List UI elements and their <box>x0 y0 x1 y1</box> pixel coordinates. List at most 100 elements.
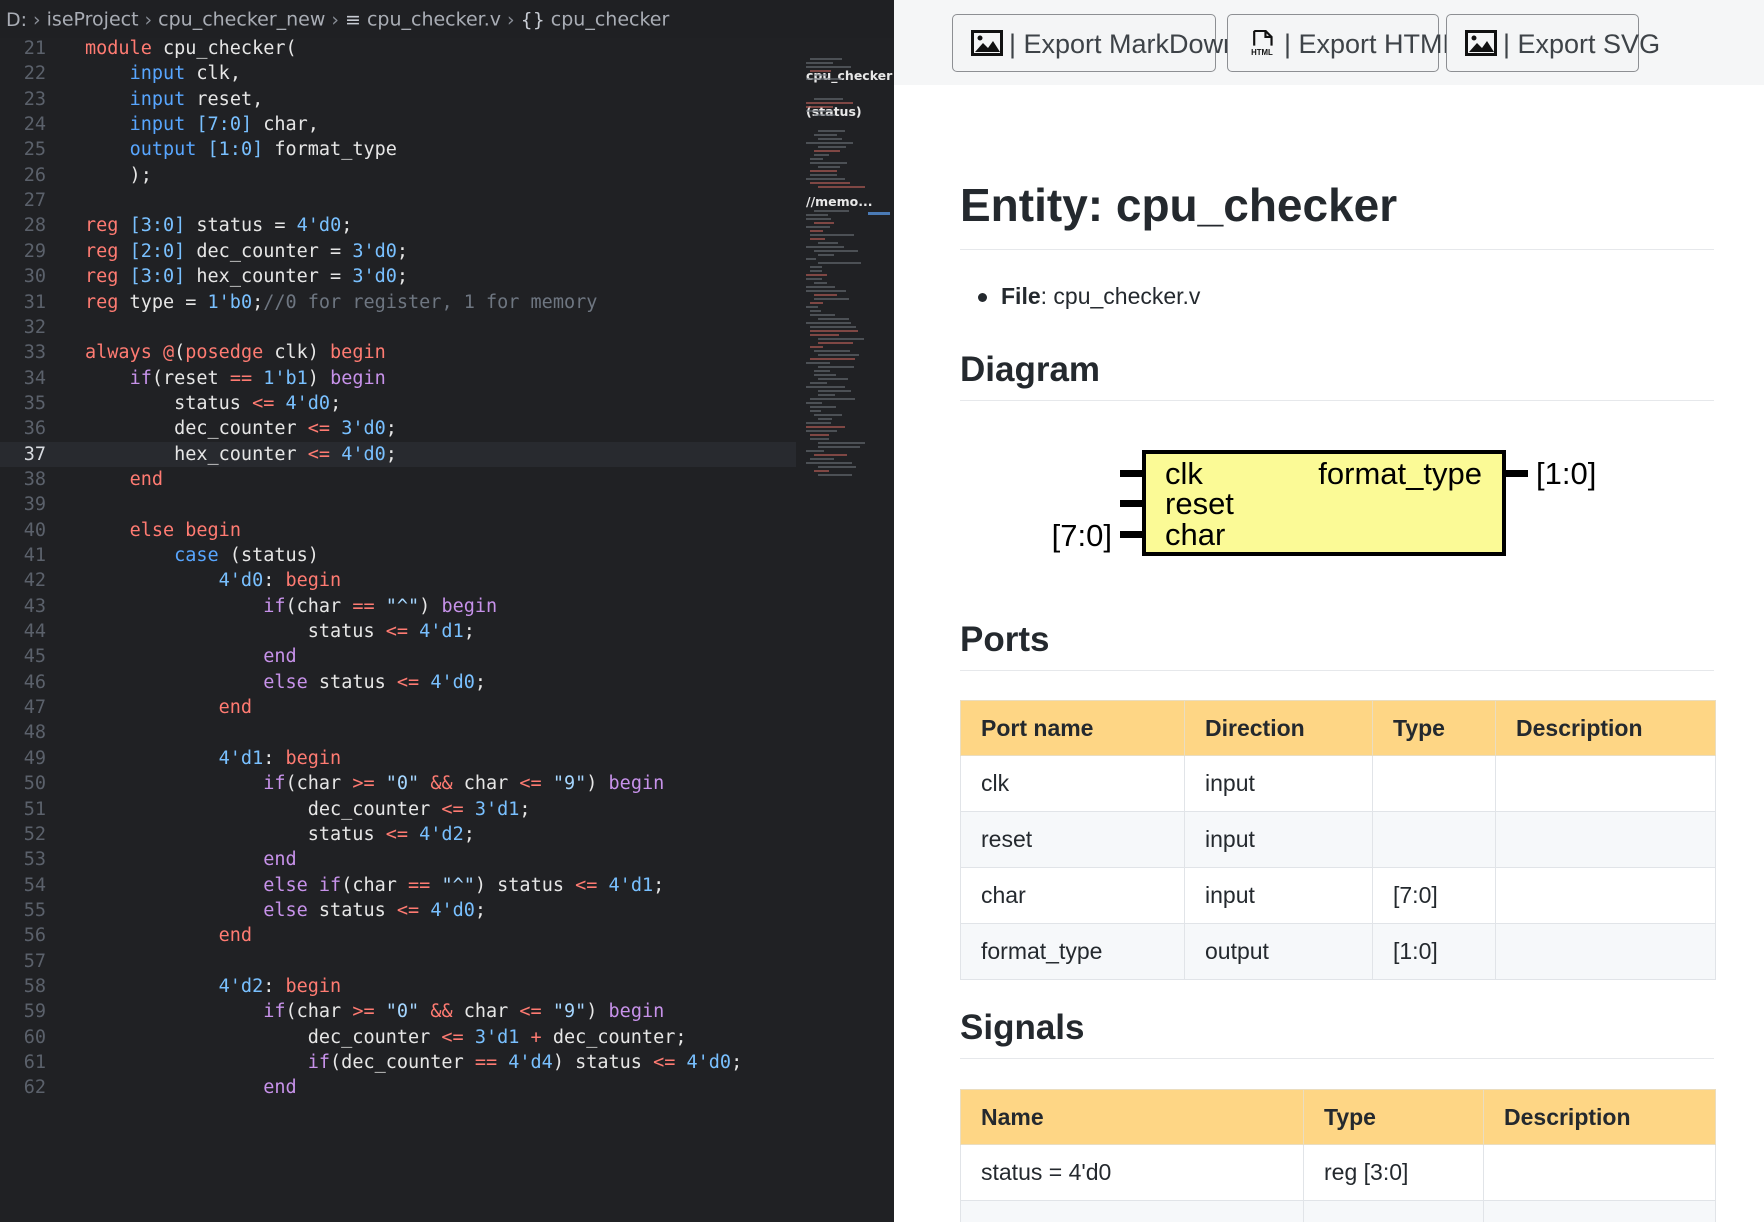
code-line[interactable]: 57 <box>0 949 796 974</box>
code-line[interactable]: 29 reg [2:0] dec_counter = 3'd0; <box>0 239 796 264</box>
diagram-port-format-type-width: [1:0] <box>1536 456 1596 491</box>
minimap-stroke <box>810 310 821 312</box>
code-line[interactable]: 45 end <box>0 644 796 669</box>
code-line[interactable]: 26 ); <box>0 163 796 188</box>
breadcrumb-drive[interactable]: D: <box>6 9 27 31</box>
code-line[interactable]: 21 module cpu_checker( <box>0 36 796 61</box>
export-markdown-label: | Export MarkDown <box>1009 29 1239 59</box>
code-line[interactable]: 43 if(char == "^") begin <box>0 594 796 619</box>
minimap-stroke <box>814 370 830 372</box>
code-line[interactable]: 31 reg type = 1'b0;//0 for register, 1 fo… <box>0 290 796 315</box>
code-line[interactable]: 30 reg [3:0] hex_counter = 3'd0; <box>0 264 796 289</box>
code-line[interactable]: 51 dec_counter <= 3'd1; <box>0 797 796 822</box>
breadcrumb-item-file[interactable]: cpu_checker.v <box>367 9 501 31</box>
table-row: reset input <box>960 811 1716 868</box>
minimap-stroke <box>806 422 831 424</box>
code-line[interactable]: 33 always @(posedge clk) begin <box>0 340 796 365</box>
code-line[interactable]: 47 end <box>0 695 796 720</box>
code-line[interactable]: 24 input [7:0] char, <box>0 112 796 137</box>
minimap-stroke <box>818 146 846 148</box>
code-line[interactable]: 55 else status <= 4'd0; <box>0 898 796 923</box>
code-line[interactable]: 56 end <box>0 923 796 948</box>
code-line[interactable]: 34 if(reset == 1'b1) begin <box>0 366 796 391</box>
code-line[interactable]: 35 status <= 4'd0; <box>0 391 796 416</box>
image-icon <box>971 29 1003 56</box>
code-line[interactable]: 48 <box>0 720 796 745</box>
diagram-port-char-width: [7:0] <box>1052 518 1112 553</box>
code-line[interactable]: 40 else begin <box>0 518 796 543</box>
export-html-button[interactable]: HTML | Export HTML <box>1227 14 1458 72</box>
minimap-stroke <box>810 358 855 360</box>
code-line[interactable]: 32 <box>0 315 796 340</box>
code-line[interactable]: 41 case (status) <box>0 543 796 568</box>
file-label: File <box>1001 283 1041 309</box>
minimap-stroke <box>806 322 851 324</box>
line-number: 26 <box>23 164 46 186</box>
code-line[interactable]: 53 end <box>0 847 796 872</box>
minimap-stroke <box>806 278 822 280</box>
code-line[interactable]: 58 4'd2: begin <box>0 974 796 999</box>
minimap-stroke <box>810 458 834 460</box>
code-line[interactable]: 37 hex_counter <= 4'd0; <box>0 441 796 467</box>
code-text: dec_counter <= 3'd1 + dec_counter; <box>85 1026 687 1048</box>
minimap[interactable]: cpu_checker (status) //memo... <box>796 38 894 1222</box>
table-cell <box>1303 1200 1484 1222</box>
minimap-stroke <box>810 434 829 436</box>
code-text: if(char == "^") begin <box>263 595 498 617</box>
divider <box>960 249 1714 250</box>
code-line[interactable]: 60 dec_counter <= 3'd1 + dec_counter; <box>0 1025 796 1050</box>
minimap-stroke <box>818 254 834 256</box>
minimap-stroke <box>814 250 858 252</box>
column-header: Name <box>960 1089 1304 1145</box>
code-line[interactable]: 46 else status <= 4'd0; <box>0 670 796 695</box>
code-line[interactable]: 59 if(char >= "0" && char <= "9") begin <box>0 999 796 1024</box>
minimap-stroke <box>810 438 829 440</box>
code-line[interactable]: 62 end <box>0 1075 796 1100</box>
code-text: reg [3:0] status = 4'd0; <box>85 215 353 237</box>
minimap-stroke <box>806 286 835 288</box>
breadcrumb-item-symbol[interactable]: cpu_checker <box>551 9 670 31</box>
export-svg-button[interactable]: | Export SVG <box>1446 14 1660 72</box>
table-cell: reset <box>960 811 1185 868</box>
table-cell <box>960 1200 1304 1222</box>
code-area[interactable]: 21 module cpu_checker(22 input clk, 23 inp… <box>0 38 796 1222</box>
code-editor-pane[interactable]: D: › iseProject › cpu_checker_new › ≡ cpu_check… <box>0 0 894 1222</box>
line-number: 34 <box>23 367 46 389</box>
code-line[interactable]: 38 end <box>0 467 796 492</box>
code-line[interactable]: 23 input reset, <box>0 87 796 112</box>
code-line[interactable]: 27 <box>0 188 796 213</box>
code-line[interactable]: 50 if(char >= "0" && char <= "9") begin <box>0 771 796 796</box>
minimap-stroke <box>810 410 821 412</box>
code-line[interactable]: 36 dec_counter <= 3'd0; <box>0 416 796 441</box>
minimap-stroke <box>810 302 823 304</box>
code-line[interactable]: 52 status <= 4'd2; <box>0 822 796 847</box>
breadcrumb-item-folder[interactable]: cpu_checker_new <box>158 9 325 31</box>
code-line[interactable]: 44 status <= 4'd1; <box>0 619 796 644</box>
code-line[interactable]: 39 <box>0 492 796 517</box>
documentation-preview-pane[interactable]: | Export MarkDown HTML | Export HTML | Ex… <box>894 0 1764 1222</box>
code-line[interactable]: 25 output [1:0] format_type <box>0 137 796 162</box>
line-number: 62 <box>23 1077 46 1099</box>
export-markdown-button[interactable]: | Export MarkDown <box>952 14 1238 72</box>
line-number: 53 <box>23 849 46 871</box>
minimap-stroke <box>810 174 837 176</box>
code-line[interactable]: 22 input clk, <box>0 61 796 86</box>
table-row: char input [7:0] <box>960 867 1716 924</box>
minimap-stroke <box>806 426 845 428</box>
code-text: case (status) <box>174 545 319 566</box>
line-number: 60 <box>23 1026 46 1048</box>
breadcrumb-item-iseproject[interactable]: iseProject <box>47 9 139 31</box>
divider <box>960 670 1714 671</box>
minimap-stroke <box>814 282 827 284</box>
code-line[interactable]: 49 4'd1: begin <box>0 746 796 771</box>
chevron-right-icon: › <box>507 8 515 31</box>
line-number: 51 <box>23 798 46 820</box>
table-cell <box>1495 755 1716 812</box>
code-text: if(char >= "0" && char <= "9") begin <box>263 773 665 795</box>
code-line[interactable]: 42 4'd0: begin <box>0 568 796 593</box>
code-line[interactable]: 54 else if(char == "^") status <= 4'd1; <box>0 873 796 898</box>
code-line[interactable]: 28 reg [3:0] status = 4'd0; <box>0 213 796 238</box>
minimap-stroke <box>806 290 846 292</box>
code-line[interactable]: 61 if(dec_counter == 4'd4) status <= 4'd… <box>0 1050 796 1075</box>
line-number: 25 <box>23 139 46 161</box>
